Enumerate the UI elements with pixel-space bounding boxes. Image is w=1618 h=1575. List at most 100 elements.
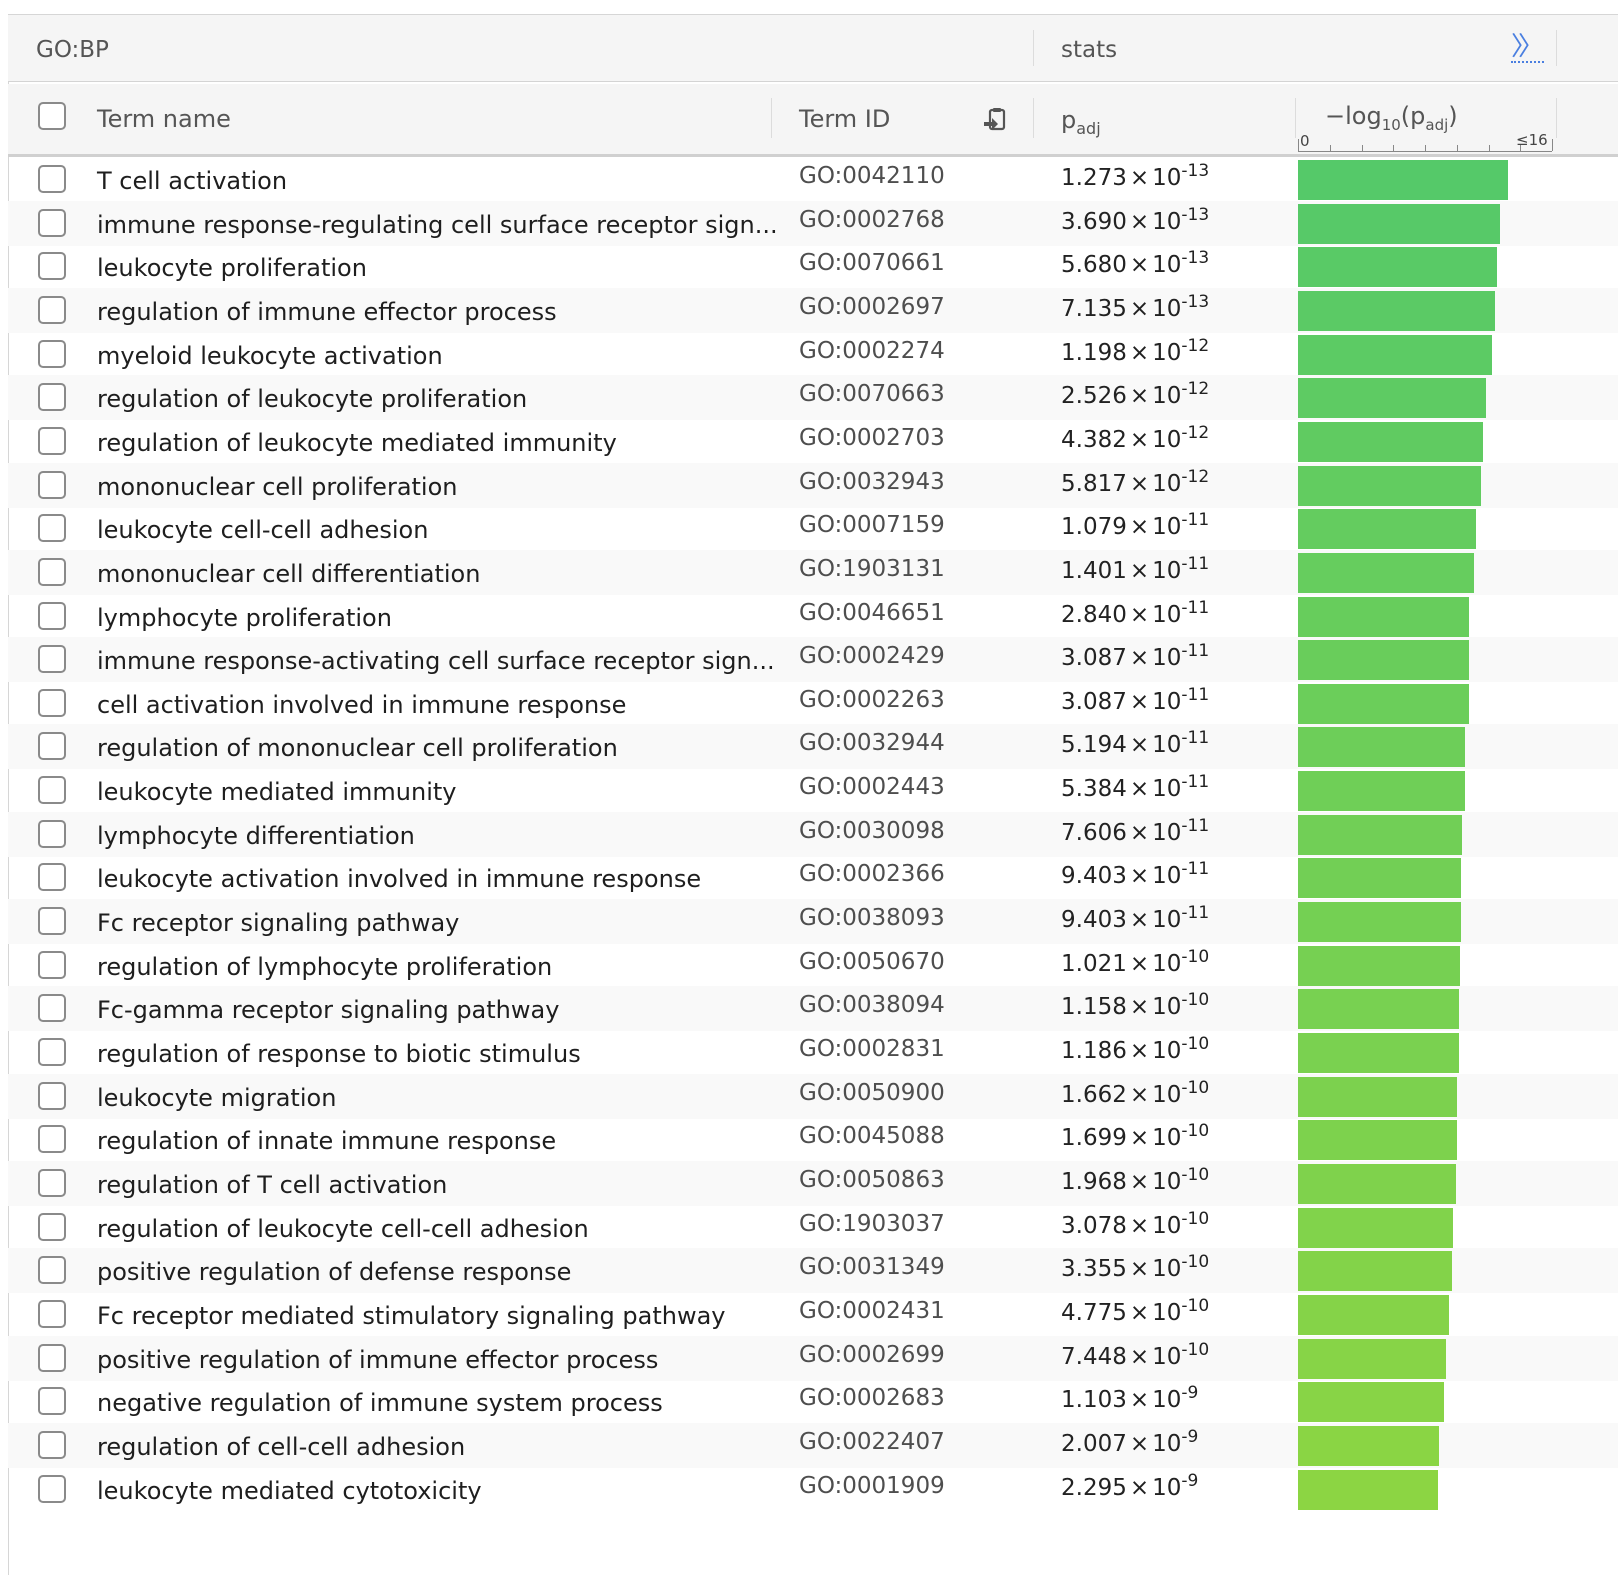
row-checkbox[interactable] (38, 863, 66, 891)
neglog-padj-header[interactable]: −log10(padj) (1325, 102, 1458, 134)
term-name[interactable]: regulation of cell-cell adhesion (97, 1433, 465, 1461)
term-name[interactable]: lymphocyte proliferation (97, 604, 392, 632)
term-name[interactable]: mononuclear cell differentiation (97, 560, 480, 588)
table-row[interactable]: regulation of mononuclear cell prolifera… (8, 724, 1618, 769)
row-checkbox[interactable] (38, 994, 66, 1022)
table-row[interactable]: mononuclear cell differentiation GO:19031… (8, 550, 1618, 595)
row-checkbox[interactable] (38, 907, 66, 935)
row-checkbox[interactable] (38, 602, 66, 630)
row-checkbox[interactable] (38, 776, 66, 804)
row-checkbox[interactable] (38, 1169, 66, 1197)
table-row[interactable]: positive regulation of defense response G… (8, 1248, 1618, 1293)
table-row[interactable]: leukocyte mediated immunity GO:0002443 5.3… (8, 768, 1618, 813)
table-row[interactable]: regulation of response to biotic stimulu… (8, 1030, 1618, 1075)
table-row[interactable]: lymphocyte proliferation GO:0046651 2.840 ×… (8, 594, 1618, 639)
row-checkbox[interactable] (38, 558, 66, 586)
table-row[interactable]: leukocyte cell-cell adhesion GO:0007159 1.… (8, 506, 1618, 551)
term-name[interactable]: lymphocyte differentiation (97, 822, 415, 850)
term-name[interactable]: leukocyte activation involved in immune … (97, 865, 701, 893)
term-name[interactable]: T cell activation (97, 167, 287, 195)
term-name[interactable]: regulation of mononuclear cell prolifera… (97, 734, 618, 762)
row-checkbox[interactable] (38, 1125, 66, 1153)
term-name[interactable]: cell activation involved in immune respo… (97, 691, 626, 719)
term-name[interactable]: regulation of immune effector process (97, 298, 557, 326)
term-name[interactable]: immune response-activating cell surface … (97, 647, 775, 675)
term-name[interactable]: regulation of leukocyte proliferation (97, 385, 527, 413)
term-name[interactable]: myeloid leukocyte activation (97, 342, 443, 370)
term-name[interactable]: leukocyte mediated immunity (97, 778, 457, 806)
row-checkbox[interactable] (38, 1256, 66, 1284)
term-name[interactable]: leukocyte proliferation (97, 254, 367, 282)
table-row[interactable]: leukocyte activation involved in immune … (8, 855, 1618, 900)
table-row[interactable]: positive regulation of immune effector p… (8, 1336, 1618, 1381)
row-checkbox[interactable] (38, 383, 66, 411)
row-checkbox[interactable] (38, 209, 66, 237)
table-row[interactable]: Fc receptor mediated stimulatory signali… (8, 1292, 1618, 1337)
table-row[interactable]: leukocyte mediated cytotoxicity GO:000190… (8, 1467, 1618, 1512)
table-row[interactable]: negative regulation of immune system pro… (8, 1379, 1618, 1424)
copy-to-clipboard-icon[interactable] (981, 106, 1009, 138)
row-checkbox[interactable] (38, 1475, 66, 1503)
row-checkbox[interactable] (38, 951, 66, 979)
table-row[interactable]: Fc receptor signaling pathway GO:0038093 9… (8, 899, 1618, 944)
row-checkbox[interactable] (38, 645, 66, 673)
table-row[interactable]: regulation of lymphocyte proliferation GO… (8, 943, 1618, 988)
table-row[interactable]: regulation of leukocyte cell-cell adhesi… (8, 1205, 1618, 1250)
term-name[interactable]: Fc receptor signaling pathway (97, 909, 459, 937)
term-name[interactable]: regulation of lymphocyte proliferation (97, 953, 552, 981)
term-name[interactable]: Fc receptor mediated stimulatory signali… (97, 1302, 726, 1330)
term-name[interactable]: leukocyte cell-cell adhesion (97, 516, 428, 544)
table-row[interactable]: myeloid leukocyte activation GO:0002274 1.… (8, 332, 1618, 377)
table-row[interactable]: mononuclear cell proliferation GO:0032943… (8, 463, 1618, 508)
term-name[interactable]: leukocyte migration (97, 1084, 336, 1112)
table-row[interactable]: cell activation involved in immune respo… (8, 681, 1618, 726)
table-row[interactable]: regulation of innate immune response GO:0… (8, 1117, 1618, 1162)
select-all-checkbox[interactable] (38, 102, 66, 130)
row-checkbox[interactable] (38, 1082, 66, 1110)
term-name[interactable]: regulation of leukocyte cell-cell adhesi… (97, 1215, 589, 1243)
term-name[interactable]: regulation of response to biotic stimulu… (97, 1040, 581, 1068)
term-name[interactable]: leukocyte mediated cytotoxicity (97, 1477, 482, 1505)
row-checkbox[interactable] (38, 1300, 66, 1328)
term-name[interactable]: regulation of leukocyte mediated immunit… (97, 429, 617, 457)
expand-columns-icon[interactable]: 〉〉 (1511, 33, 1544, 63)
term-name[interactable]: Fc-gamma receptor signaling pathway (97, 996, 559, 1024)
row-checkbox[interactable] (38, 820, 66, 848)
table-row[interactable]: regulation of leukocyte mediated immunit… (8, 419, 1618, 464)
table-row[interactable]: T cell activation GO:0042110 1.273 × 10-13 (8, 157, 1618, 202)
table-row[interactable]: regulation of immune effector process GO:… (8, 288, 1618, 333)
table-row[interactable]: Fc-gamma receptor signaling pathway GO:00… (8, 986, 1618, 1031)
row-checkbox[interactable] (38, 1038, 66, 1066)
row-checkbox[interactable] (38, 732, 66, 760)
table-row[interactable]: lymphocyte differentiation GO:0030098 7.60… (8, 812, 1618, 857)
table-row[interactable]: immune response-regulating cell surface … (8, 201, 1618, 246)
padj-header[interactable]: padj (1061, 106, 1101, 138)
term-name[interactable]: immune response-regulating cell surface … (97, 211, 778, 239)
term-name-header[interactable]: Term name (97, 105, 231, 133)
term-id-header[interactable]: Term ID (799, 105, 890, 133)
table-row[interactable]: regulation of leukocyte proliferation GO:… (8, 375, 1618, 420)
row-checkbox[interactable] (38, 1431, 66, 1459)
term-name[interactable]: regulation of T cell activation (97, 1171, 447, 1199)
term-name[interactable]: negative regulation of immune system pro… (97, 1389, 663, 1417)
row-checkbox[interactable] (38, 1344, 66, 1372)
table-row[interactable]: leukocyte proliferation GO:0070661 5.680 × 1… (8, 244, 1618, 289)
row-checkbox[interactable] (38, 689, 66, 717)
row-checkbox[interactable] (38, 427, 66, 455)
row-checkbox[interactable] (38, 514, 66, 542)
table-row[interactable]: regulation of cell-cell adhesion GO:00224… (8, 1423, 1618, 1468)
row-checkbox[interactable] (38, 1213, 66, 1241)
term-name[interactable]: mononuclear cell proliferation (97, 473, 458, 501)
table-row[interactable]: immune response-activating cell surface … (8, 637, 1618, 682)
row-checkbox[interactable] (38, 471, 66, 499)
row-checkbox[interactable] (38, 252, 66, 280)
term-name[interactable]: positive regulation of immune effector p… (97, 1346, 658, 1374)
row-checkbox[interactable] (38, 1387, 66, 1415)
table-row[interactable]: regulation of T cell activation GO:005086… (8, 1161, 1618, 1206)
row-checkbox[interactable] (38, 340, 66, 368)
row-checkbox[interactable] (38, 296, 66, 324)
row-checkbox[interactable] (38, 165, 66, 193)
table-row[interactable]: leukocyte migration GO:0050900 1.662 × 10-10 (8, 1074, 1618, 1119)
term-name[interactable]: positive regulation of defense response (97, 1258, 571, 1286)
term-name[interactable]: regulation of innate immune response (97, 1127, 556, 1155)
